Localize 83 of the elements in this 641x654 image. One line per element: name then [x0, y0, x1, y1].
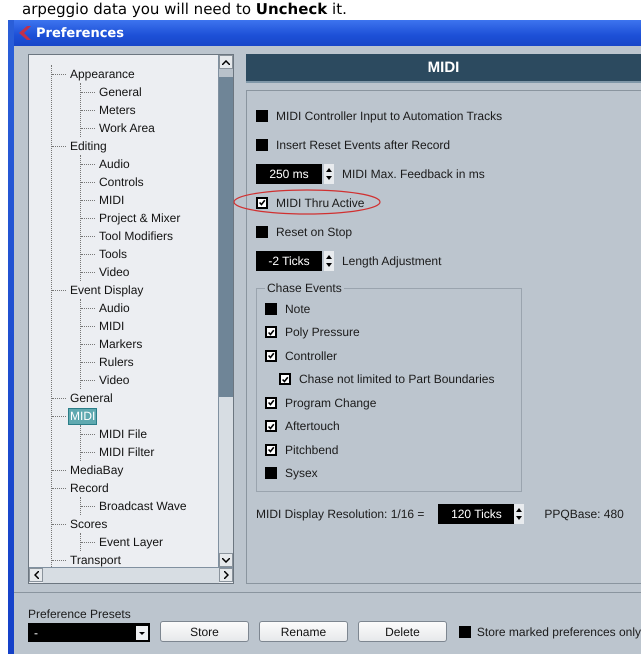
spin-arrows-icon[interactable]: [514, 504, 524, 524]
tree-item[interactable]: Tools: [98, 246, 128, 262]
tree-item[interactable]: Broadcast Wave: [98, 498, 188, 514]
caret-up-icon: [222, 60, 230, 64]
tree-item[interactable]: Scores: [69, 516, 108, 532]
caret-down-icon: [222, 558, 230, 562]
tree-item[interactable]: MIDI: [98, 318, 126, 334]
window-title: Preferences: [36, 26, 124, 40]
checkbox[interactable]: [279, 373, 291, 386]
checkbox-label: Program Change: [285, 396, 376, 410]
caret-right-icon: [224, 571, 228, 579]
tree-item[interactable]: Markers: [98, 336, 144, 352]
preset-button[interactable]: Delete: [358, 621, 447, 642]
tree-item[interactable]: Editing: [69, 138, 108, 154]
tree-item[interactable]: Tool Modifiers: [98, 228, 174, 244]
app-logo-icon: [18, 25, 32, 41]
checkbox-label: Pitchbend: [285, 442, 338, 457]
checkbox-label: Sysex: [285, 466, 318, 480]
tree-item[interactable]: MIDI File: [98, 426, 148, 442]
tree-item[interactable]: Video: [98, 372, 130, 388]
tree-item[interactable]: Appearance: [69, 66, 136, 82]
checkbox-label: Reset on Stop: [276, 224, 352, 238]
tree-item[interactable]: Event Display: [69, 282, 144, 298]
checkbox-label: Chase not limited to Part Boundaries: [299, 372, 494, 386]
presets-label: Preference Presets: [28, 607, 132, 621]
tree-item[interactable]: General: [98, 84, 143, 100]
field-label: MIDI Max. Feedback in ms: [342, 166, 485, 180]
ppq-text: PPQBase: 480: [544, 507, 624, 521]
checkbox[interactable]: [256, 110, 268, 122]
scroll-right-button[interactable]: [219, 568, 233, 582]
horizontal-scrollbar[interactable]: [29, 567, 233, 583]
checkbox[interactable]: [265, 350, 277, 362]
caret-left-icon: [34, 571, 38, 579]
preset-button[interactable]: Rename: [258, 621, 348, 642]
tree-item[interactable]: MIDI: [98, 192, 126, 208]
tree-item[interactable]: Project & Mixer: [98, 210, 182, 226]
checkbox[interactable]: [265, 326, 277, 338]
scroll-left-button[interactable]: [29, 568, 43, 582]
checkbox-label: Poly Pressure: [285, 325, 360, 340]
tree-item[interactable]: Transport: [69, 552, 122, 567]
checkbox-label: Controller: [285, 348, 338, 363]
checkbox-label: MIDI Thru Active: [276, 196, 364, 210]
scrollbar-thumb[interactable]: [219, 77, 233, 397]
checkbox[interactable]: [265, 396, 277, 409]
preset-button[interactable]: Store: [160, 621, 249, 642]
checkbox-label: MIDI Controller Input to Automation Tracks: [276, 108, 502, 122]
value-field[interactable]: -2 Ticks: [256, 250, 322, 270]
checkbox[interactable]: [256, 226, 268, 238]
checkbox[interactable]: [458, 626, 471, 638]
caption-text: arpeggio data you will need to Uncheck it.: [21, 0, 348, 20]
checkbox-label: Note: [285, 302, 310, 316]
section-header: MIDI: [246, 54, 641, 83]
field-label: Length Adjustment: [342, 254, 442, 268]
checkbox[interactable]: [256, 138, 268, 150]
field-label: MIDI Display Resolution: 1/16 =: [256, 507, 424, 521]
checkbox[interactable]: [265, 467, 277, 480]
tree-item[interactable]: MIDI Filter: [98, 444, 156, 460]
checkbox[interactable]: [265, 302, 277, 315]
checkbox[interactable]: [265, 420, 277, 432]
tree-item[interactable]: General: [69, 390, 114, 406]
tree-item[interactable]: Event Layer: [98, 534, 164, 550]
checkbox-label: Store marked preferences only: [476, 625, 641, 639]
tree-item[interactable]: Rulers: [98, 354, 135, 370]
tree-item[interactable]: Work Area: [98, 120, 156, 136]
tree-item[interactable]: Audio: [98, 300, 131, 316]
tree-item[interactable]: Video: [98, 264, 130, 280]
spin-arrows-icon[interactable]: [324, 164, 334, 184]
value-field[interactable]: 250 ms: [256, 164, 322, 184]
checkbox[interactable]: [256, 196, 268, 208]
tree-item[interactable]: MediaBay: [69, 462, 124, 478]
scroll-down-button[interactable]: [219, 553, 233, 567]
scroll-up-button[interactable]: [219, 55, 233, 69]
tree-item[interactable]: Audio: [98, 156, 131, 172]
checkbox-label: Aftertouch: [285, 419, 340, 434]
tree-item[interactable]: Meters: [98, 102, 137, 118]
tree-item[interactable]: Record: [69, 480, 110, 496]
tree-item[interactable]: Controls: [98, 174, 145, 190]
checkbox-label: Insert Reset Events after Record: [276, 138, 450, 152]
checkbox[interactable]: [265, 444, 277, 456]
spin-arrows-icon[interactable]: [324, 250, 334, 270]
group-title: Chase Events: [266, 281, 343, 295]
vertical-scrollbar[interactable]: [218, 55, 233, 567]
presets-dropdown[interactable]: -: [28, 623, 150, 642]
